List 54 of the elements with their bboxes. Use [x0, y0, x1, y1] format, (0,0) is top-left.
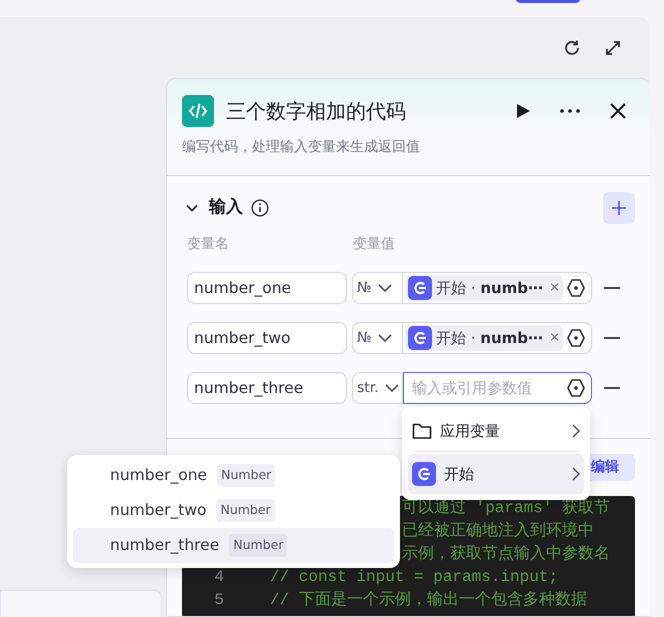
column-header: 变量值	[353, 235, 395, 254]
chevron-down-icon	[384, 383, 399, 393]
reference-tag[interactable]: 开始 · numb⋯ ×	[405, 325, 563, 351]
chevron-down-icon	[378, 333, 392, 343]
plus-icon	[612, 201, 626, 215]
type-tag: Number	[217, 464, 276, 487]
start-icon	[408, 276, 432, 300]
type-tag: Number	[216, 499, 275, 522]
node-description: 编写代码，处理输入变量来生成返回值	[182, 138, 421, 157]
type-select[interactable]: №	[353, 273, 403, 303]
refresh-icon[interactable]	[562, 38, 582, 58]
chevron-down-icon	[378, 283, 392, 293]
value-field[interactable]: 输入或引用参数值	[403, 372, 592, 404]
folder-icon	[412, 422, 432, 440]
clear-button[interactable]: ×	[549, 328, 560, 348]
target-icon[interactable]	[566, 328, 586, 348]
section-title: 输入	[209, 196, 243, 220]
target-icon[interactable]	[566, 378, 586, 398]
chevron-right-icon	[572, 467, 580, 481]
minus-icon	[604, 287, 620, 289]
type-select[interactable]: №	[353, 323, 403, 353]
node-title: 三个数字相加的代码	[226, 98, 406, 125]
reference-tag[interactable]: 开始 · numb⋯ ×	[405, 275, 563, 301]
minus-icon	[604, 387, 620, 389]
name-field[interactable]: number_one	[187, 272, 347, 304]
expand-icon[interactable]	[604, 38, 622, 56]
target-icon[interactable]	[566, 278, 586, 298]
code-line: // 下面是一个示例，输出一个包含多种数据	[270, 590, 587, 610]
type-tag: Number	[229, 534, 288, 557]
run-icon[interactable]	[516, 103, 530, 119]
value-field[interactable]: № 开始 · numb⋯ ×	[352, 322, 592, 354]
add-button[interactable]	[603, 192, 635, 224]
code-line: 示例，获取节点输入中参数名	[402, 544, 610, 564]
menu-item[interactable]: number_one Number	[73, 458, 394, 493]
info-icon[interactable]	[251, 199, 269, 217]
code-line: // const input = params.input;	[270, 566, 558, 588]
start-icon	[412, 462, 436, 486]
line-number: 4	[213, 566, 224, 588]
code-line: 已经被正确地注入到环境中	[402, 520, 594, 542]
name-field[interactable]: number_two	[187, 322, 347, 354]
menu-item[interactable]: 开始	[408, 454, 584, 494]
close-icon[interactable]	[610, 103, 626, 119]
code-icon	[182, 95, 214, 127]
line-number: 5	[213, 590, 224, 610]
value-field[interactable]: № 开始 · numb⋯ ×	[352, 272, 592, 304]
clear-button[interactable]: ×	[549, 278, 560, 298]
more-icon[interactable]	[560, 109, 580, 113]
column-header: 变量名	[187, 235, 230, 254]
menu-item[interactable]: number_three Number	[73, 528, 394, 563]
chevron-right-icon	[572, 424, 580, 438]
start-icon	[408, 326, 432, 350]
menu-item[interactable]: 应用变量	[408, 411, 584, 451]
name-field[interactable]: number_three	[187, 372, 347, 404]
minus-icon	[604, 337, 620, 339]
